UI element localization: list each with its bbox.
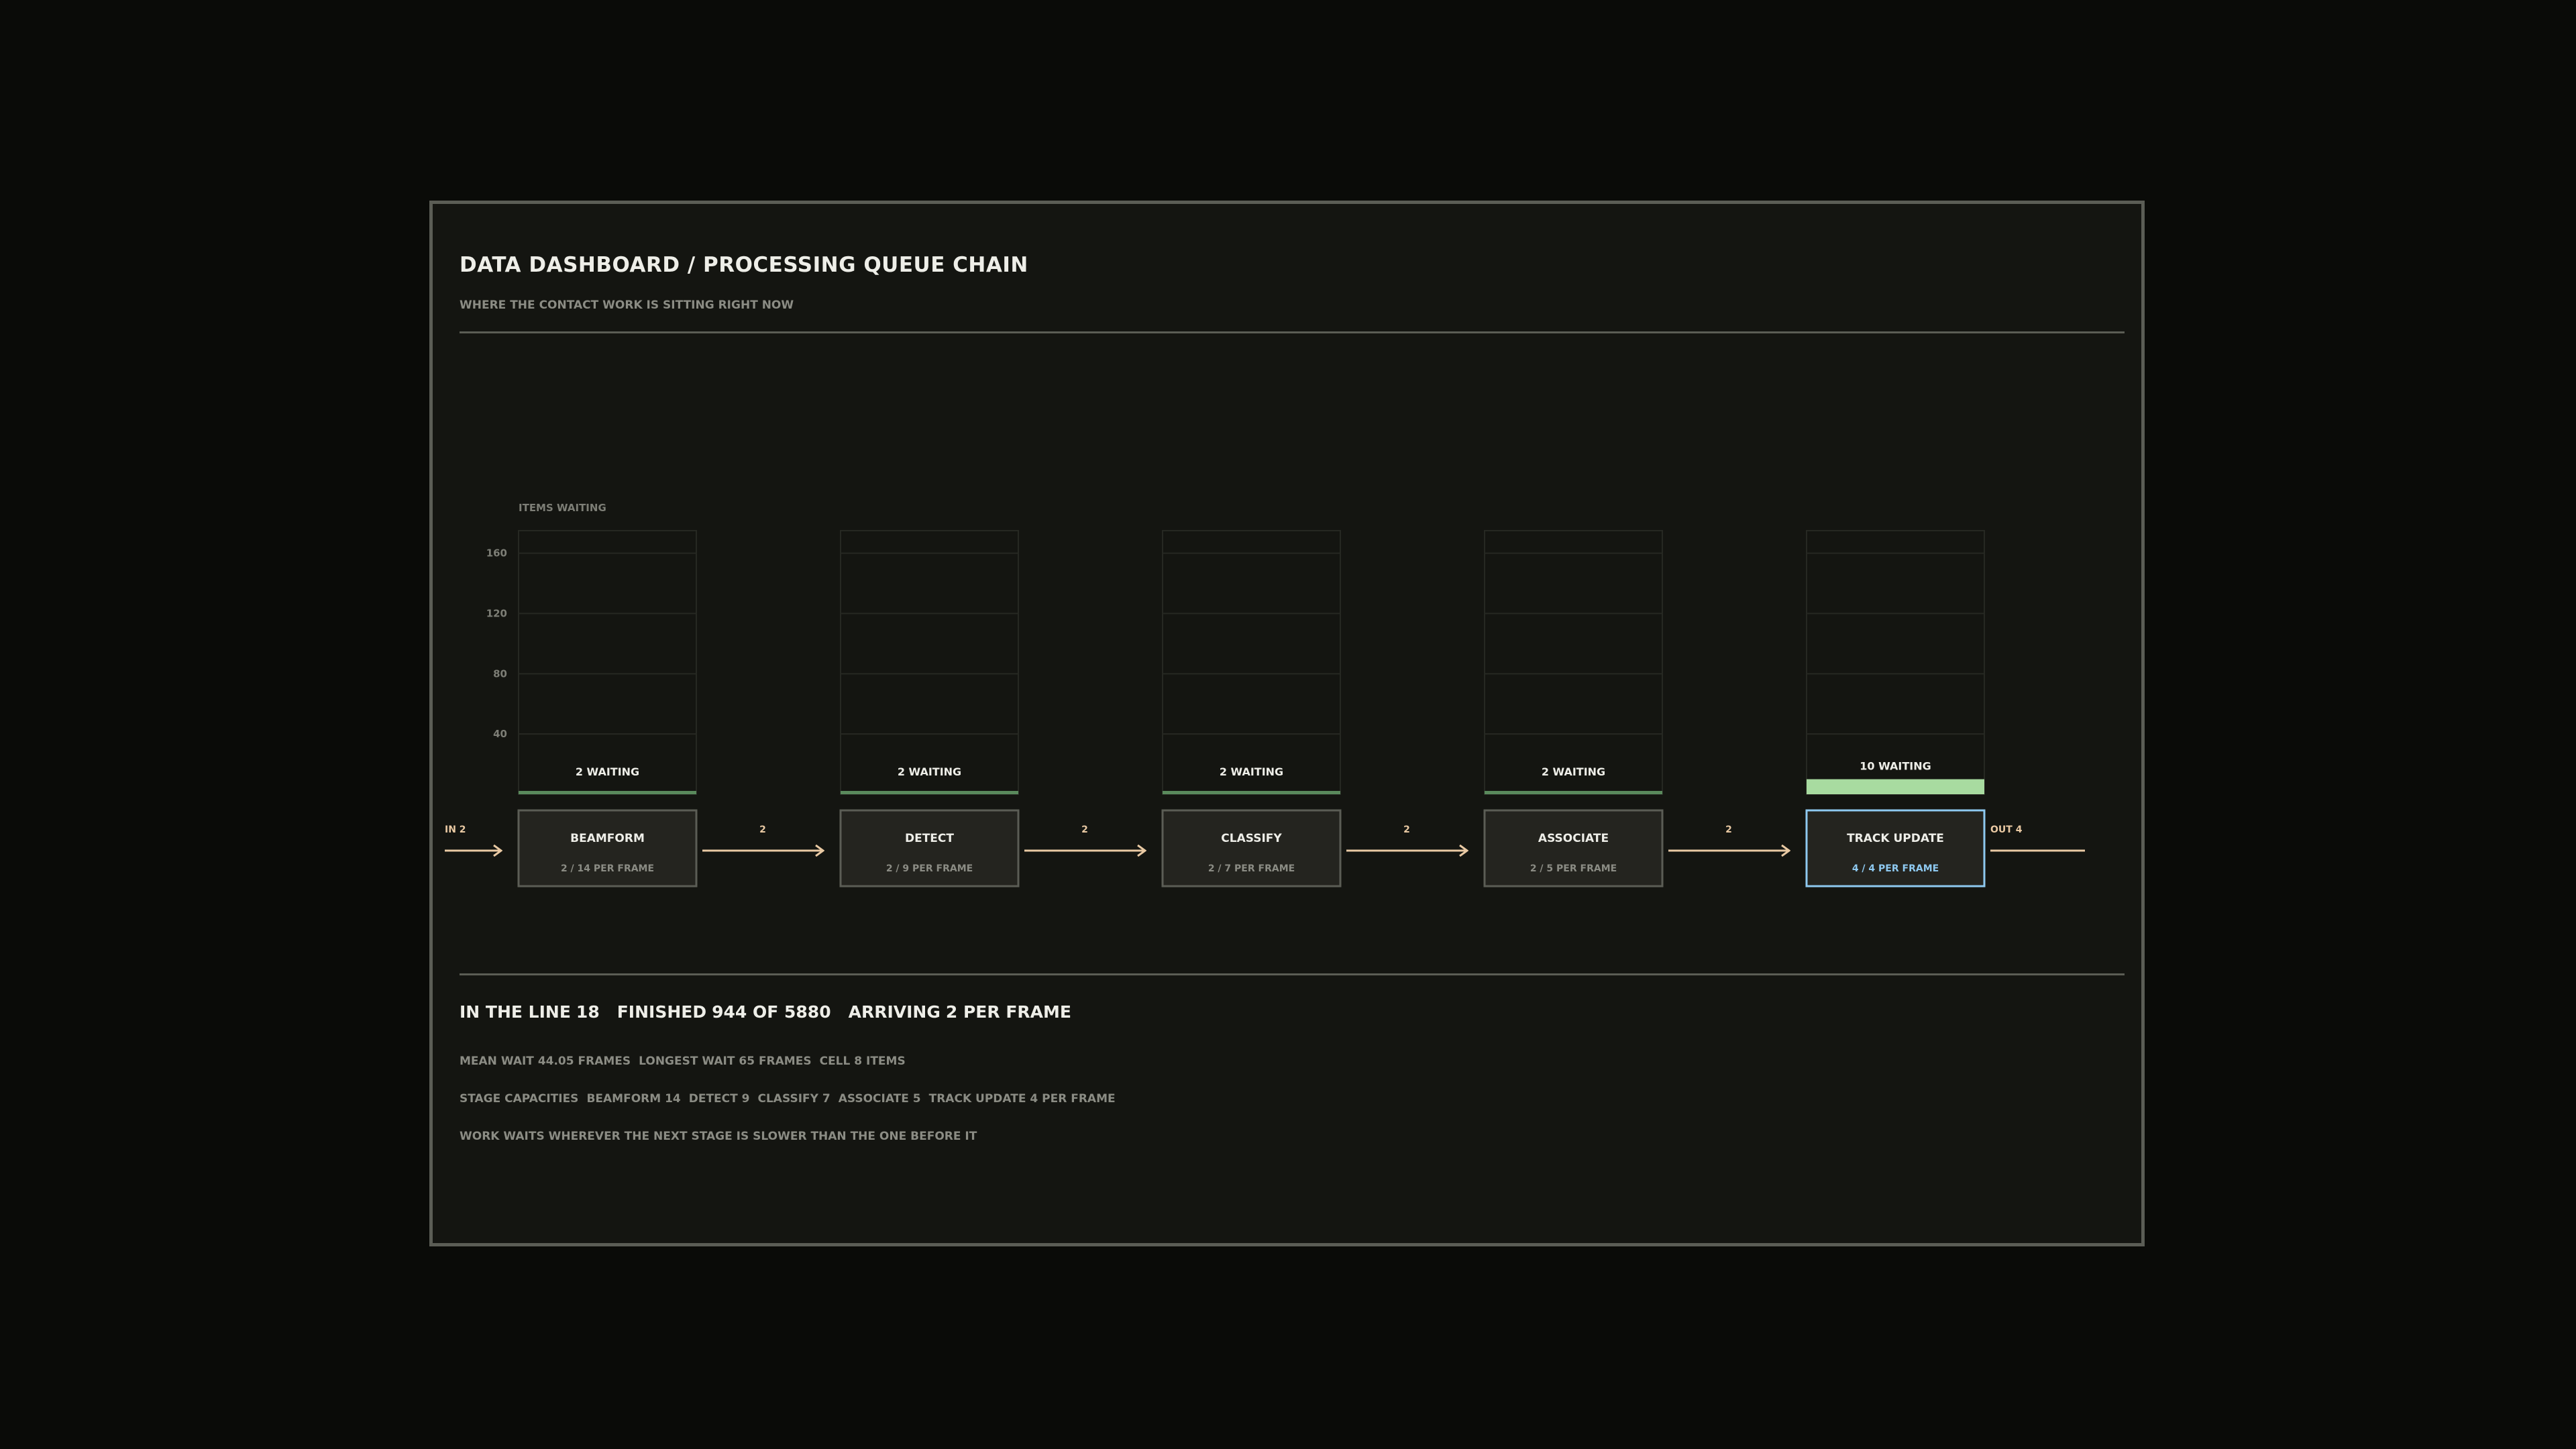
queue-bar (1485, 791, 1662, 794)
stage-node-box (839, 809, 1020, 888)
in-line-label: IN THE LINE (460, 1002, 571, 1022)
queue-column-frame (1806, 530, 1985, 795)
stage-capacities: STAGE CAPACITIES BEAMFORM 14 DETECT 9 CLASS… (460, 1092, 1124, 1106)
stage-node: BEAMFORM 2 / 14 PER FRAME (517, 809, 698, 888)
capacities-label: STAGE CAPACITIES (460, 1092, 579, 1106)
queue-column: 2 WAITING (518, 530, 697, 795)
summary-line: IN THE LINE 18 FINISHED 944 OF 5880 ARRIVING… (460, 1002, 1089, 1022)
queue-waiting-label: 10 WAITING (1860, 760, 1931, 773)
explanation-note: WORK WAITS WHEREVER THE NEXT STAGE IS SL… (460, 1130, 977, 1143)
stage-rate: 2 / 9 PER FRAME (886, 863, 973, 874)
finished-label: FINISHED (616, 1002, 707, 1022)
flow-edge-label: 2 (1725, 824, 1732, 835)
y-tick-label: 40 (493, 728, 507, 740)
queue-column-frame (840, 530, 1019, 795)
stage-node-box (1805, 809, 1986, 888)
y-axis-label: ITEMS WAITING (519, 502, 606, 514)
stage-node-box (1161, 809, 1342, 888)
arriving-label: ARRIVING (848, 1002, 941, 1022)
finished-value: 944 OF 5880 (712, 1002, 831, 1022)
dashboard-panel: DATA DASHBOARD / PROCESSING QUEUE CHAIN … (429, 201, 2145, 1246)
queue-column-frame (1162, 530, 1341, 795)
stage-nodes: BEAMFORM 2 / 14 PER FRAME DETECT 2 / 9 PER … (517, 809, 1986, 888)
flow-in-label: IN 2 (445, 824, 466, 835)
queue-bar (1163, 791, 1340, 794)
queue-chain-diagram: ITEMS WAITING 1601208040 2 WAITING 2 WAIT… (445, 502, 2085, 888)
mean-wait: MEAN WAIT 44.05 FRAMES (460, 1055, 631, 1068)
capacity-track-update: TRACK UPDATE 4 PER FRAME (928, 1092, 1116, 1106)
capacity-classify: CLASSIFY 7 (757, 1092, 830, 1106)
queue-column: 2 WAITING (1162, 530, 1341, 795)
stage-name: TRACK UPDATE (1847, 832, 1944, 845)
queue-waiting-label: 2 WAITING (1542, 765, 1605, 778)
in-line-value: 18 (576, 1002, 600, 1022)
queue-column: 2 WAITING (840, 530, 1019, 795)
queue-column-frame (518, 530, 697, 795)
stage-name: ASSOCIATE (1538, 832, 1609, 845)
wait-stats: MEAN WAIT 44.05 FRAMES LONGEST WAIT 65 FR… (460, 1055, 914, 1068)
stage-rate: 2 / 7 PER FRAME (1208, 863, 1295, 874)
stage-name: DETECT (905, 832, 954, 845)
queue-waiting-label: 2 WAITING (1220, 765, 1283, 778)
capacity-associate: ASSOCIATE 5 (838, 1092, 921, 1106)
stage-node-box (517, 809, 698, 888)
stage-rate: 2 / 14 PER FRAME (561, 863, 654, 874)
cell-size: CELL 8 ITEMS (819, 1055, 906, 1068)
y-tick-label: 80 (493, 667, 507, 680)
queue-waiting-label: 2 WAITING (898, 765, 961, 778)
stage-rate: 2 / 5 PER FRAME (1530, 863, 1617, 874)
arriving-value: 2 PER FRAME (945, 1002, 1071, 1022)
capacity-beamform: BEAMFORM 14 (586, 1092, 681, 1106)
queue-bar (841, 791, 1018, 794)
flow-edge-label: 2 (1081, 824, 1088, 835)
queue-column: 2 WAITING (1484, 530, 1663, 795)
flow-edge-label: 2 (759, 824, 766, 835)
stage-rate: 4 / 4 PER FRAME (1852, 863, 1939, 874)
capacity-detect: DETECT 9 (688, 1092, 750, 1106)
stage-node: CLASSIFY 2 / 7 PER FRAME (1161, 809, 1342, 888)
stage-node: DETECT 2 / 9 PER FRAME (839, 809, 1020, 888)
stage-node: ASSOCIATE 2 / 5 PER FRAME (1483, 809, 1664, 888)
queue-column-frame (1484, 530, 1663, 795)
stage-name: CLASSIFY (1221, 832, 1282, 845)
longest-wait: LONGEST WAIT 65 FRAMES (639, 1055, 812, 1068)
stage-name: BEAMFORM (570, 832, 645, 845)
stage-node: TRACK UPDATE 4 / 4 PER FRAME (1805, 809, 1986, 888)
queue-bar (1807, 779, 1984, 794)
flow-edge-label: 2 (1403, 824, 1410, 835)
summary-divider (460, 973, 2125, 975)
queue-waiting-label: 2 WAITING (576, 765, 639, 778)
y-tick-label: 160 (486, 547, 507, 559)
flow-out-label: OUT 4 (1990, 824, 2023, 835)
y-axis-ticks: 160 120 80 40 (486, 547, 507, 740)
stage-node-box (1483, 809, 1664, 888)
stage-columns: 2 WAITING 2 WAITING 2 WAITING 2 WAITING 10 W… (518, 530, 1985, 795)
y-tick-label: 120 (486, 608, 507, 620)
queue-bar (519, 791, 696, 794)
queue-column: 10 WAITING (1806, 530, 1985, 795)
